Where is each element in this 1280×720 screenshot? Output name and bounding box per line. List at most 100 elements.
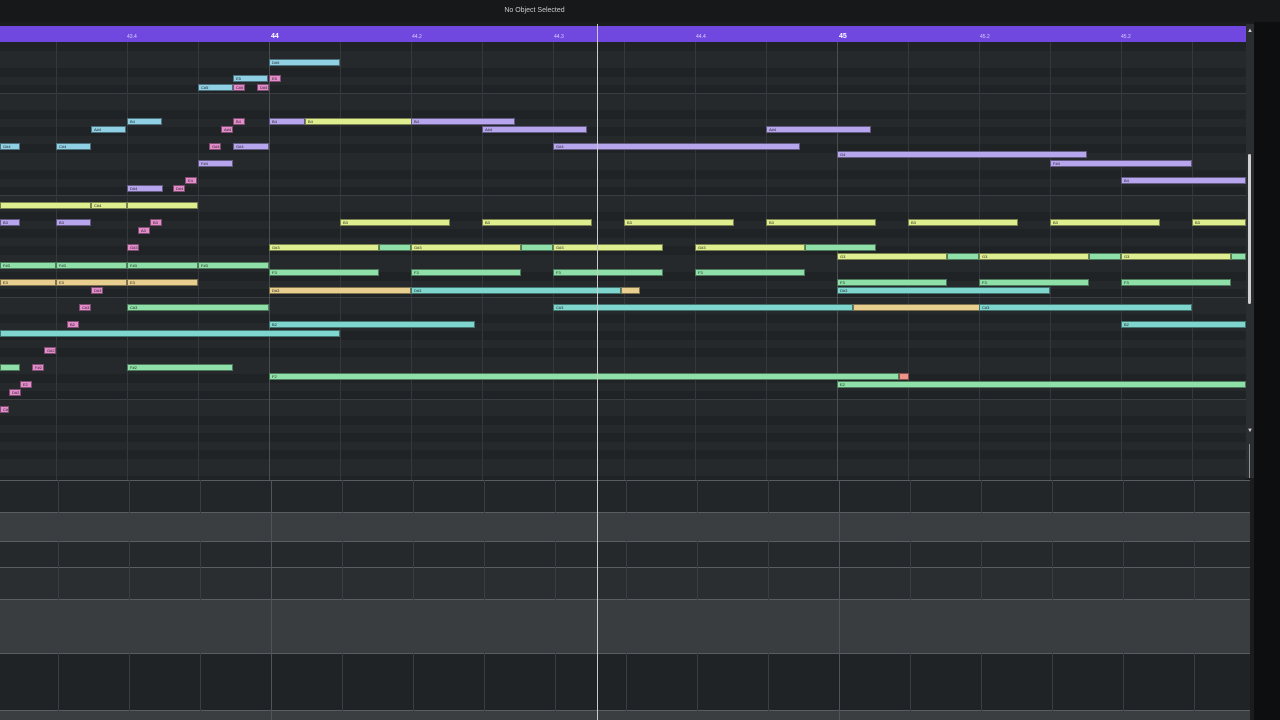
midi-note[interactable] — [0, 330, 340, 337]
midi-note[interactable]: B3 — [624, 219, 734, 226]
midi-note[interactable]: E3 — [127, 279, 198, 286]
midi-note[interactable]: B3 — [0, 219, 20, 226]
playhead-cursor[interactable] — [597, 24, 598, 720]
timeline-ruler[interactable]: 43.4 44 44.2 44.3 44.4 45 45.2 45.2 — [0, 26, 1246, 42]
note-grid[interactable]: D#5 E5 C#5 E5 D#5 C#5 B4 A#4 B4 A#4 B4 B4 B4 A#4 A#4 G#… — [0, 42, 1246, 480]
midi-note[interactable]: B3 — [56, 219, 91, 226]
controller-lane-1[interactable] — [0, 480, 1250, 512]
midi-note[interactable]: C#4 — [56, 143, 91, 150]
midi-note[interactable] — [1231, 253, 1246, 260]
midi-note[interactable]: A#4 — [91, 126, 126, 133]
midi-note[interactable] — [899, 373, 909, 380]
midi-note[interactable]: G#4 — [553, 143, 800, 150]
midi-note[interactable]: B4 — [233, 118, 245, 125]
midi-note[interactable]: C#3 — [79, 304, 91, 311]
midi-note[interactable]: E2 — [837, 381, 1246, 388]
midi-note[interactable]: B2 — [269, 321, 475, 328]
midi-note[interactable]: B2 — [67, 321, 79, 328]
midi-note[interactable]: F3 — [1121, 279, 1231, 286]
midi-note[interactable]: G#4 — [0, 143, 20, 150]
midi-note[interactable]: D#3 — [269, 287, 411, 294]
midi-note[interactable]: G3 — [979, 253, 1089, 260]
midi-note[interactable]: B4 — [269, 118, 305, 125]
midi-note[interactable]: B3 — [766, 219, 876, 226]
midi-note[interactable] — [0, 364, 20, 371]
midi-note[interactable]: G#3 — [695, 244, 805, 251]
midi-note[interactable]: B3 — [1192, 219, 1246, 226]
midi-note[interactable]: F#4 — [198, 160, 233, 167]
midi-note[interactable]: B4 — [1121, 177, 1246, 184]
midi-note[interactable]: B3 — [908, 219, 1018, 226]
midi-note[interactable]: G4 — [837, 151, 1087, 158]
midi-note[interactable]: G#3 — [127, 244, 139, 251]
midi-note[interactable]: F#2 — [127, 364, 233, 371]
midi-note[interactable]: D#4 — [173, 185, 185, 192]
midi-note[interactable] — [621, 287, 640, 294]
midi-note[interactable] — [1089, 253, 1121, 260]
scroll-down-icon[interactable]: ▼ — [1247, 428, 1253, 434]
midi-note[interactable]: D#5 — [269, 59, 340, 66]
scrollbar-thumb[interactable] — [1248, 154, 1251, 304]
midi-note[interactable] — [127, 202, 198, 209]
midi-note[interactable]: G#4 — [233, 143, 269, 150]
midi-note[interactable]: G#3 — [411, 244, 521, 251]
vertical-zoom-slider[interactable] — [1249, 444, 1250, 478]
midi-note[interactable]: B3 — [1050, 219, 1160, 226]
midi-note[interactable]: G#2 — [44, 347, 56, 354]
midi-note[interactable]: D#2 — [9, 389, 21, 396]
midi-note[interactable]: E3 — [0, 279, 56, 286]
midi-note[interactable]: D#3 — [411, 287, 621, 294]
midi-note[interactable]: A3 — [138, 227, 150, 234]
midi-note[interactable]: D#3 — [837, 287, 1050, 294]
midi-note[interactable]: F#4 — [1050, 160, 1192, 167]
midi-note[interactable] — [853, 304, 980, 311]
midi-note[interactable]: F3 — [411, 269, 521, 276]
midi-note[interactable]: B2 — [1121, 321, 1246, 328]
midi-note[interactable]: G#4 — [209, 143, 221, 150]
midi-note[interactable] — [947, 253, 979, 260]
controller-lane-7[interactable] — [0, 710, 1250, 720]
midi-note[interactable]: C#4 — [91, 202, 127, 209]
midi-note[interactable] — [521, 244, 553, 251]
midi-note[interactable]: C#2 — [0, 406, 9, 413]
midi-note[interactable]: F#2 — [32, 364, 44, 371]
midi-note[interactable]: D#5 — [257, 84, 269, 91]
midi-note[interactable]: E5 — [269, 75, 281, 82]
midi-note[interactable]: F3 — [695, 269, 805, 276]
midi-note[interactable]: E5 — [233, 75, 268, 82]
midi-note[interactable]: A#4 — [221, 126, 233, 133]
midi-note[interactable]: G#3 — [269, 244, 379, 251]
midi-note[interactable]: C#3 — [553, 304, 853, 311]
midi-note[interactable]: F3 — [837, 279, 947, 286]
midi-note[interactable]: B3 — [150, 219, 162, 226]
midi-note[interactable]: B4 — [411, 118, 515, 125]
midi-note[interactable]: F3 — [553, 269, 663, 276]
midi-note[interactable]: B3 — [482, 219, 592, 226]
midi-note[interactable]: C#5 — [198, 84, 233, 91]
midi-note[interactable]: F3 — [269, 269, 379, 276]
midi-note[interactable]: G3 — [837, 253, 947, 260]
midi-note[interactable] — [0, 202, 91, 209]
midi-note[interactable]: A#4 — [766, 126, 871, 133]
midi-note[interactable]: G3 — [1121, 253, 1231, 260]
controller-lane-5[interactable] — [0, 599, 1250, 653]
midi-note[interactable]: G#3 — [553, 244, 663, 251]
midi-note[interactable] — [805, 244, 876, 251]
midi-note[interactable]: C#5 — [233, 84, 245, 91]
midi-note[interactable]: E3 — [56, 279, 127, 286]
midi-note[interactable]: C#3 — [127, 304, 269, 311]
midi-note[interactable]: B3 — [340, 219, 450, 226]
midi-note[interactable]: F#3 — [127, 262, 198, 269]
midi-note[interactable] — [379, 244, 411, 251]
midi-note[interactable]: F#3 — [56, 262, 127, 269]
controller-lane-4[interactable] — [0, 567, 1250, 599]
midi-note[interactable]: B4 — [127, 118, 162, 125]
midi-note[interactable]: E2 — [20, 381, 32, 388]
vertical-scrollbar[interactable]: ▲ ▼ — [1246, 24, 1254, 478]
midi-note[interactable]: D#4 — [127, 185, 163, 192]
midi-note[interactable]: F#3 — [198, 262, 269, 269]
midi-note[interactable]: F3 — [979, 279, 1089, 286]
midi-note[interactable]: F2 — [269, 373, 899, 380]
midi-note[interactable]: A#4 — [482, 126, 587, 133]
scroll-up-icon[interactable]: ▲ — [1247, 28, 1253, 34]
